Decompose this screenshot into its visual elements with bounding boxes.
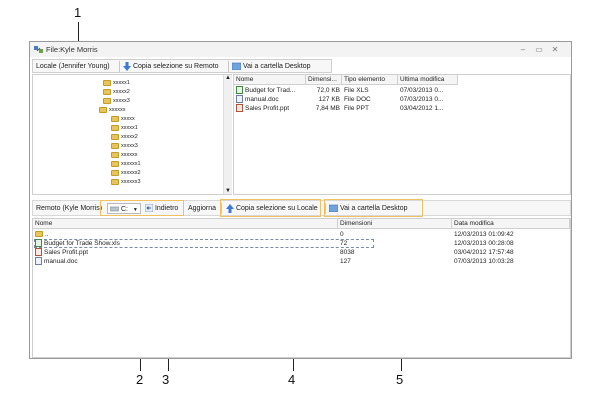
folder-icon xyxy=(111,124,119,131)
folder-icon xyxy=(111,178,119,185)
callout-3-highlight xyxy=(100,200,184,216)
remote-file-list: Nome Dimensioni Data modifica .. 0 12/03… xyxy=(32,218,571,358)
tree-item[interactable]: xxxxx3 xyxy=(103,97,130,105)
tree-item[interactable]: xxxxxx3 xyxy=(111,178,141,186)
folder-icon xyxy=(111,151,119,158)
scroll-down-icon[interactable]: ▼ xyxy=(225,188,231,194)
tree-item[interactable]: xxxxxx xyxy=(111,151,138,159)
folder-icon xyxy=(103,97,111,104)
doc-file-icon xyxy=(236,95,243,104)
folder-icon xyxy=(99,106,107,113)
title-bar: File:Kyle Morris – ▭ ✕ xyxy=(30,42,571,57)
toolbar-separator xyxy=(119,61,120,72)
folder-icon xyxy=(103,88,111,95)
column-header-type[interactable]: Tipo elemento xyxy=(342,75,398,85)
maximize-button[interactable]: ▭ xyxy=(533,44,545,55)
tree-item[interactable]: xxxxx2 xyxy=(103,88,130,96)
callout-3: 3 xyxy=(162,372,170,387)
xls-file-icon xyxy=(236,86,243,95)
desktop-folder-icon xyxy=(231,62,242,71)
callout-5-highlight xyxy=(324,199,423,217)
close-button[interactable]: ✕ xyxy=(549,44,561,55)
callout-5: 5 xyxy=(396,372,404,387)
folder-icon xyxy=(111,133,119,140)
ppt-file-icon xyxy=(236,104,243,113)
file-transfer-window: File:Kyle Morris – ▭ ✕ Locale (Jennifer … xyxy=(29,41,572,359)
xls-file-icon xyxy=(35,239,42,248)
refresh-button[interactable]: Aggiorna xyxy=(188,203,216,214)
arrow-down-icon xyxy=(123,61,131,71)
minimize-button[interactable]: – xyxy=(517,44,529,55)
ppt-file-icon xyxy=(35,248,42,257)
tree-item[interactable]: xxxxx1 xyxy=(103,79,130,87)
local-folder-tree: xxxxx1 xxxxx2 xxxxx3 xxxxxx xxxxx xxxxx1… xyxy=(32,74,232,195)
callout-4-highlight xyxy=(220,199,321,217)
tree-item[interactable]: xxxxxx2 xyxy=(111,169,141,177)
toolbar-separator xyxy=(228,61,229,72)
column-header-size[interactable]: Dimensioni xyxy=(338,219,452,229)
column-header-modified[interactable]: Ultima modifica xyxy=(398,75,458,85)
tree-item[interactable]: xxxxx3 xyxy=(111,142,138,150)
callout-1: 1 xyxy=(74,5,82,20)
tree-item[interactable]: xxxxx2 xyxy=(111,133,138,141)
local-desktop-button[interactable]: Vai a cartella Desktop xyxy=(231,61,311,72)
column-header-name[interactable]: Nome xyxy=(33,219,338,229)
folder-icon xyxy=(111,160,119,167)
local-toolbar: Locale (Jennifer Young) Copia selezione … xyxy=(32,59,332,73)
tree-item[interactable]: xxxxxx xyxy=(99,106,126,114)
doc-file-icon xyxy=(35,257,42,266)
column-header-size[interactable]: Dimensi... xyxy=(306,75,342,85)
folder-icon xyxy=(111,115,119,122)
local-desktop-label: Vai a cartella Desktop xyxy=(242,63,311,70)
folder-icon xyxy=(111,169,119,176)
folder-icon xyxy=(103,79,111,86)
column-header-name[interactable]: Nome xyxy=(234,75,306,85)
local-location-label: Locale (Jennifer Young) xyxy=(36,63,110,70)
tree-item[interactable]: xxxxx1 xyxy=(111,124,138,132)
folder-up-icon xyxy=(35,231,43,238)
folder-icon xyxy=(111,142,119,149)
scroll-up-icon[interactable]: ▲ xyxy=(225,75,231,81)
tree-item[interactable]: xxxxxx1 xyxy=(111,160,141,168)
copy-to-remote-label: Copia selezione su Remoto xyxy=(132,63,219,70)
remote-location-label: Remoto (Kyle Morris) xyxy=(36,205,103,212)
window-title: File:Kyle Morris xyxy=(46,45,98,54)
copy-to-remote-button[interactable]: Copia selezione su Remoto xyxy=(123,61,219,72)
tree-item[interactable]: xxxxx xyxy=(111,115,135,123)
callout-2: 2 xyxy=(136,372,144,387)
tree-scrollbar[interactable]: ▲ ▼ xyxy=(223,75,232,194)
app-icon xyxy=(34,46,43,53)
local-file-list: Nome Dimensi... Tipo elemento Ultima mod… xyxy=(233,74,571,195)
column-header-modified[interactable]: Data modifica xyxy=(452,219,570,229)
callout-4: 4 xyxy=(288,372,296,387)
